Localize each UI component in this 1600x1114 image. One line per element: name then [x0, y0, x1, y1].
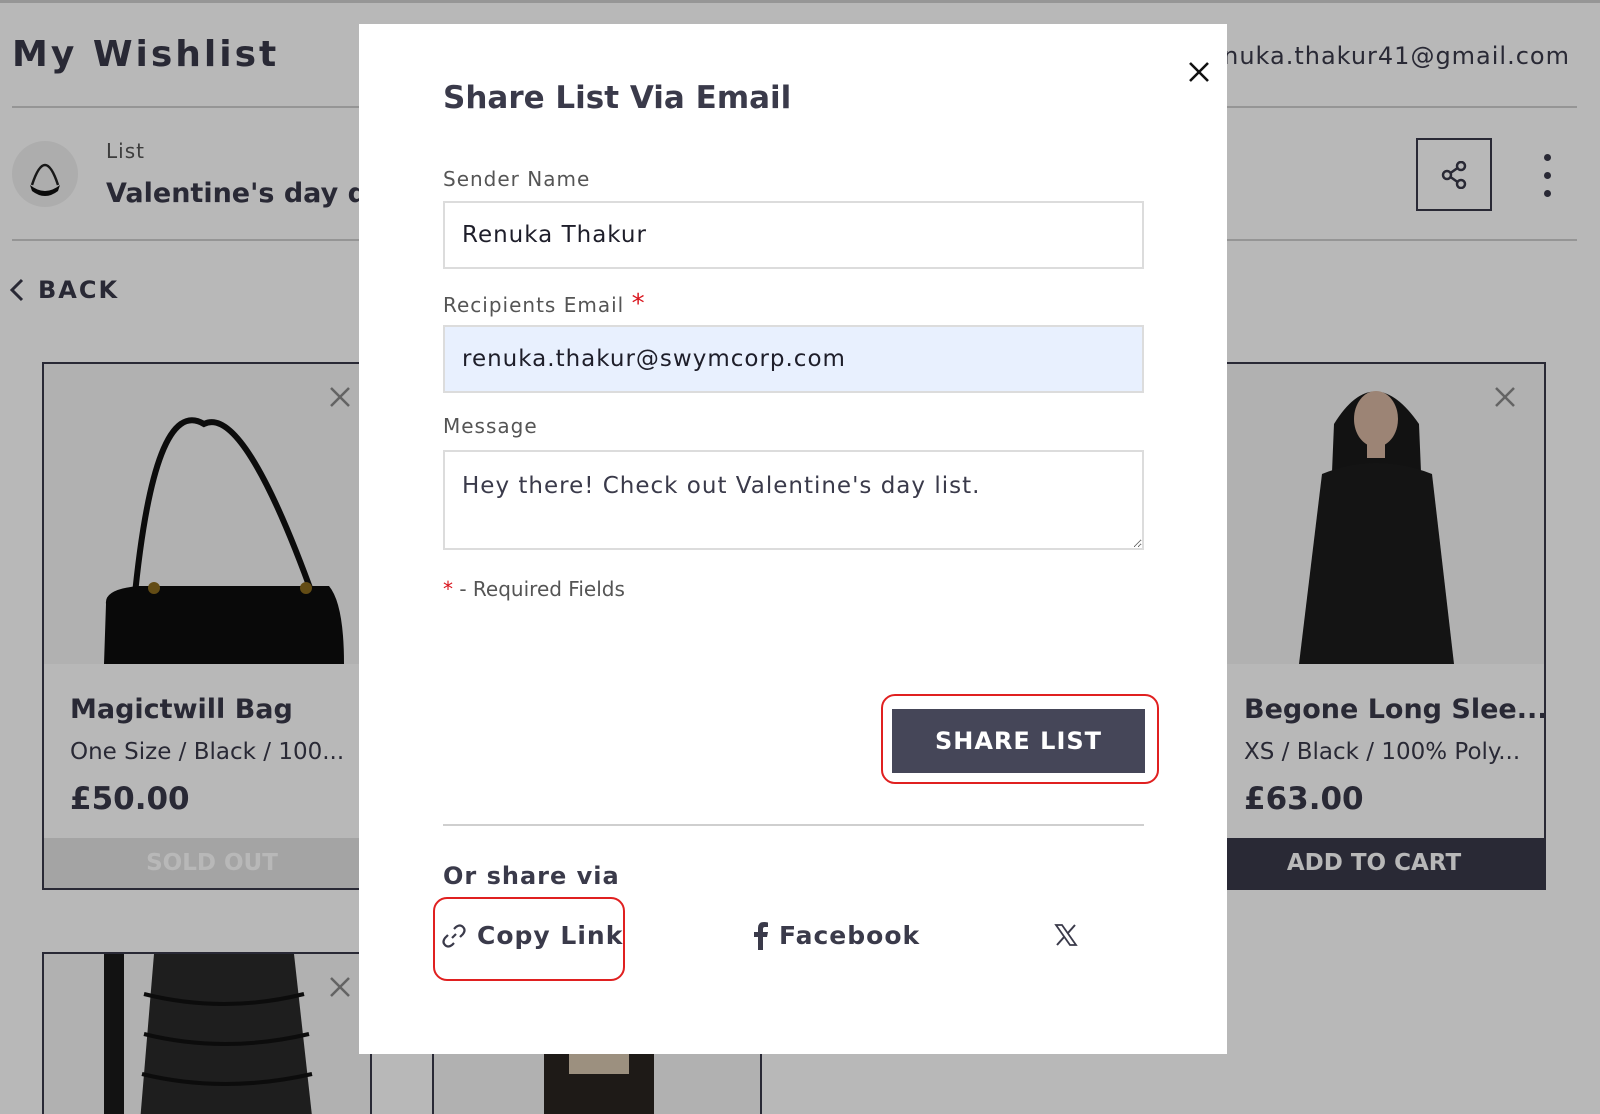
modal-title: Share List Via Email: [443, 80, 792, 116]
x-logo-icon: [1054, 924, 1078, 946]
message-label: Message: [443, 414, 538, 438]
share-list-modal: Share List Via Email Sender Name Recipie…: [359, 24, 1227, 1054]
share-list-submit-button[interactable]: SHARE LIST: [892, 709, 1145, 773]
x-share-button[interactable]: [1054, 923, 1078, 947]
message-textarea[interactable]: Hey there! Check out Valentine's day lis…: [443, 450, 1144, 550]
required-asterisk: *: [443, 577, 453, 601]
close-modal-button[interactable]: [1181, 54, 1217, 90]
sender-name-label: Sender Name: [443, 167, 591, 191]
facebook-label: Facebook: [779, 921, 921, 950]
or-share-via-label: Or share via: [443, 862, 620, 890]
close-icon: [1189, 62, 1209, 82]
recipients-email-label-text: Recipients Email: [443, 293, 625, 317]
recipients-email-label: Recipients Email *: [443, 289, 646, 319]
link-icon: [442, 923, 466, 948]
required-fields-note: * - Required Fields: [443, 577, 625, 601]
copy-link-button[interactable]: Copy Link: [441, 921, 623, 950]
facebook-icon: [754, 921, 768, 950]
facebook-share-button[interactable]: Facebook: [753, 921, 920, 950]
required-fields-text: - Required Fields: [453, 577, 625, 601]
sender-name-input[interactable]: [443, 201, 1144, 269]
copy-link-label: Copy Link: [477, 921, 624, 950]
modal-divider: [443, 824, 1144, 826]
recipients-email-input[interactable]: [443, 325, 1144, 393]
required-asterisk: *: [631, 289, 646, 319]
